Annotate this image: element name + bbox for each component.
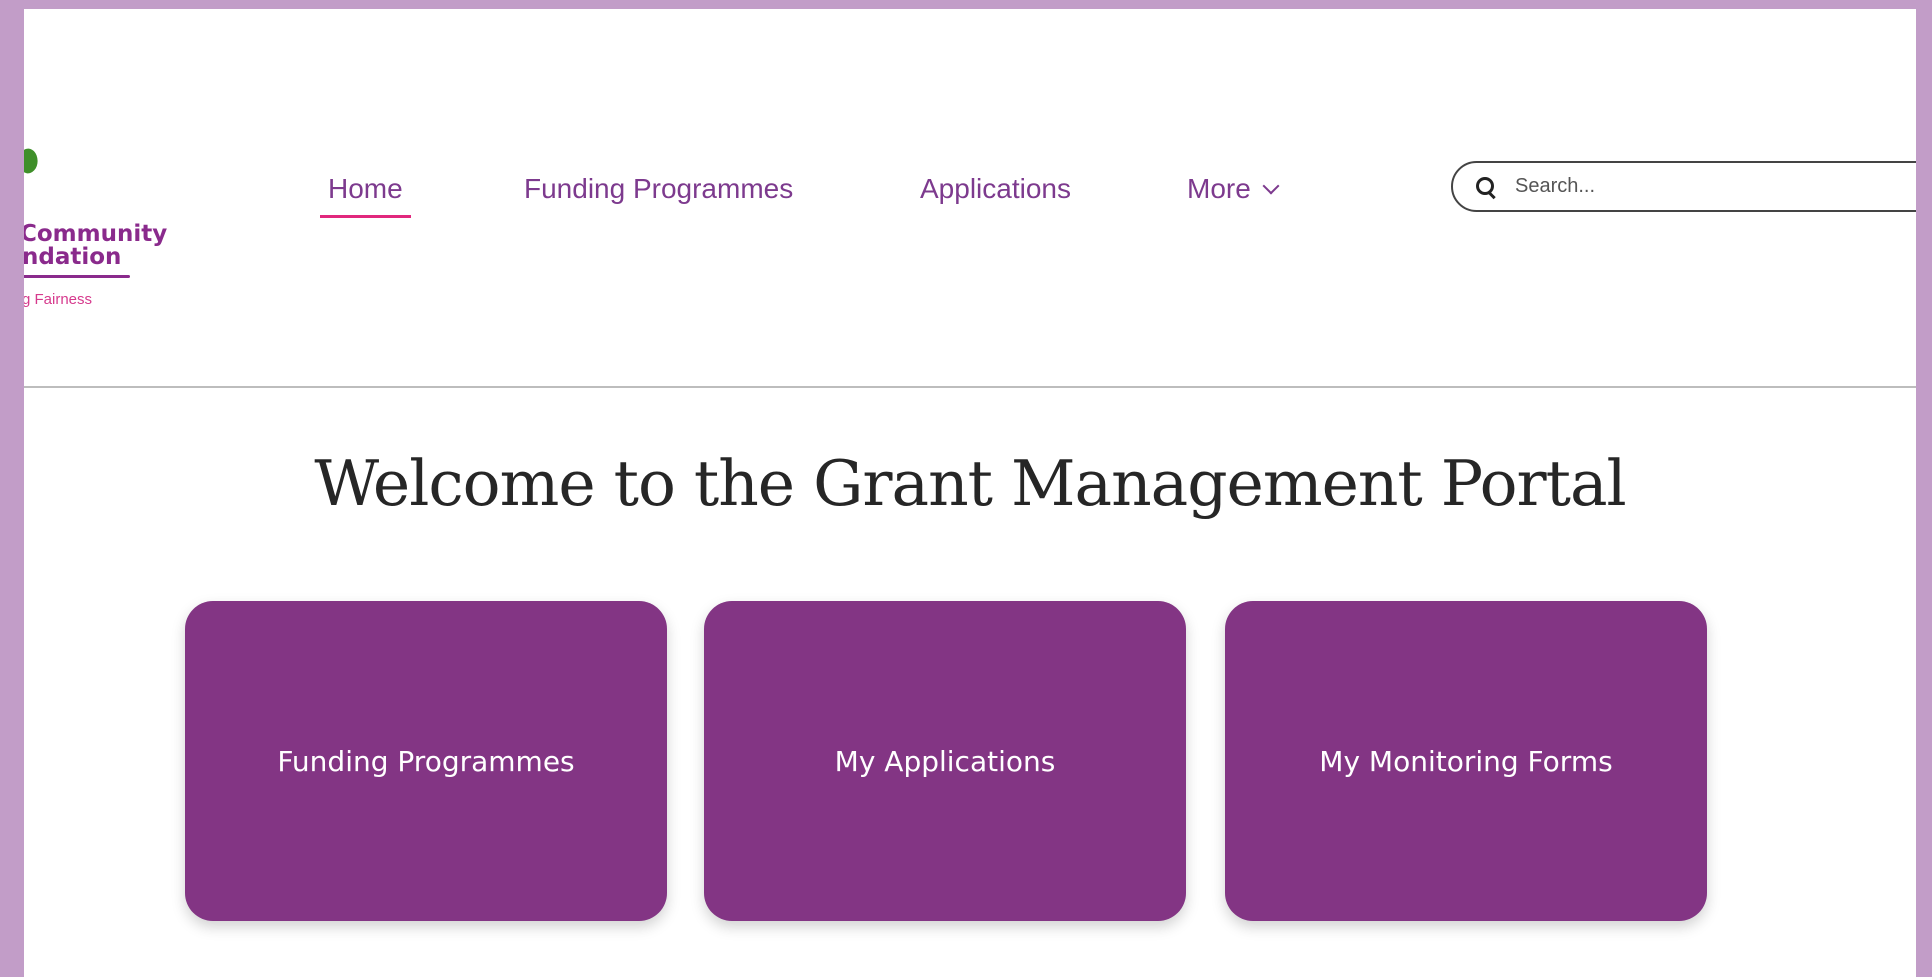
portal-page: Community ndation g Fairness Home Fundin… — [24, 9, 1916, 977]
search-input[interactable] — [1513, 174, 1897, 199]
nav-item-label: Home — [328, 173, 403, 204]
logo-underline — [24, 275, 130, 278]
nav-item-more[interactable]: More — [1179, 169, 1285, 215]
leaf-icon — [24, 146, 42, 176]
nav-item-funding-programmes[interactable]: Funding Programmes — [516, 169, 801, 215]
search-box[interactable] — [1451, 161, 1916, 212]
search-icon — [1475, 176, 1497, 199]
nav-item-home[interactable]: Home — [320, 169, 411, 218]
card-label: My Monitoring Forms — [1319, 744, 1613, 778]
page-title: Welcome to the Grant Management Portal — [314, 447, 1626, 520]
card-label: My Applications — [834, 744, 1056, 778]
foundation-logo[interactable]: Community ndation g Fairness — [24, 146, 184, 319]
card-my-monitoring-forms[interactable]: My Monitoring Forms — [1225, 601, 1707, 921]
logo-text-line2: ndation — [24, 244, 122, 270]
nav-item-label: Applications — [920, 173, 1071, 204]
nav-item-label: More — [1187, 173, 1251, 204]
card-my-applications[interactable]: My Applications — [704, 601, 1186, 921]
chevron-down-icon — [1262, 177, 1280, 195]
card-label: Funding Programmes — [277, 744, 575, 778]
site-header: Community ndation g Fairness Home Fundin… — [24, 9, 1916, 388]
logo-tagline: g Fairness — [24, 291, 93, 308]
nav-item-label: Funding Programmes — [524, 173, 794, 204]
nav-item-applications[interactable]: Applications — [912, 169, 1079, 215]
card-funding-programmes[interactable]: Funding Programmes — [185, 601, 667, 921]
